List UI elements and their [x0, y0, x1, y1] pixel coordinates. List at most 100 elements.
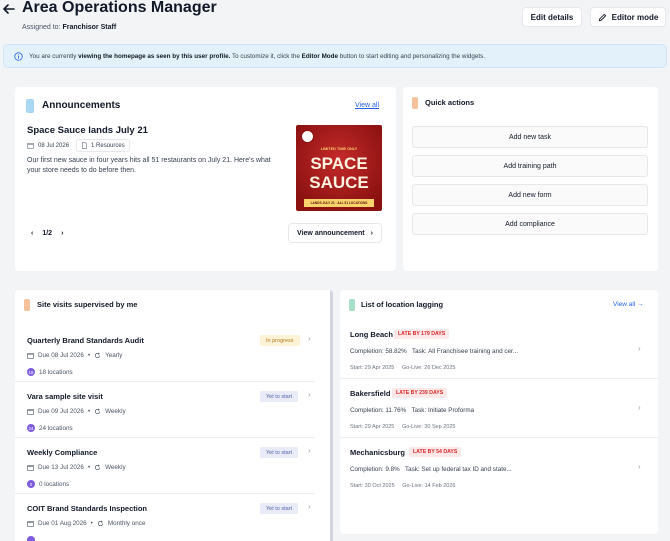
location-dates: Start: 29 Apr 2025 Go-Live: 26 Dec 2025	[350, 365, 456, 371]
editor-mode-label: Editor mode	[611, 12, 659, 22]
site-visit-row[interactable]: Weekly Compliance Yet to start › Due 13 …	[15, 438, 315, 494]
location-progress: Completion: 58.82% Task: All Franchisee …	[350, 348, 519, 355]
site-visits-accent	[24, 299, 30, 311]
quick-actions-accent	[412, 97, 418, 109]
pager-next-icon[interactable]: ›	[61, 230, 63, 237]
view-announcement-button[interactable]: View announcement ›	[288, 223, 382, 243]
chevron-right-icon: ›	[638, 344, 641, 353]
resources-chip[interactable]: 1 Resources	[76, 139, 130, 152]
chevron-right-icon: ›	[638, 462, 641, 471]
calendar-icon	[27, 353, 34, 359]
site-visit-row[interactable]: COIT Brand Standards Inspection Yet to s…	[15, 494, 315, 541]
site-visit-name: Quarterly Brand Standards Audit	[27, 336, 144, 345]
status-badge: In progress	[260, 335, 300, 346]
calendar-icon	[27, 143, 34, 149]
announcement-pager: ‹ 1/2 ›	[31, 230, 63, 237]
site-visits-scrollbar[interactable]	[330, 290, 333, 541]
site-visit-name: COIT Brand Standards Inspection	[27, 504, 148, 513]
chevron-right-icon: ›	[308, 390, 311, 399]
pager-prev-icon[interactable]: ‹	[31, 230, 33, 237]
announcement-meta: 08 Jul 2026 1 Resources	[27, 139, 130, 152]
assigned-label: Assigned to:	[22, 24, 61, 31]
recurrence-icon	[95, 352, 101, 359]
location-lagging-accent	[349, 299, 355, 311]
quick-actions-title: Quick actions	[425, 98, 475, 107]
chevron-right-icon: ›	[370, 229, 373, 237]
location-dates: Start: 30 Oct 2025 Go-Live: 14 Feb 2026	[350, 483, 456, 489]
document-icon	[82, 142, 88, 149]
locations-count-icon: 24	[27, 424, 35, 432]
site-visit-meta: Due 13 Jul 2026 • Weekly	[27, 464, 126, 471]
image-footer: LANDS JULY 21 · ALL 51 LOCATIONS	[304, 199, 374, 207]
location-lagging-title: List of location lagging	[361, 300, 444, 309]
site-visits-title: Site visits supervised by me	[37, 300, 138, 309]
chevron-right-icon: ›	[308, 446, 311, 455]
location-progress: Completion: 11.76% Task: Initiate Profor…	[350, 407, 475, 414]
site-visit-meta: Due 08 Jul 2026 • Yearly	[27, 352, 122, 359]
site-visit-locations: 0 0 locations	[27, 480, 69, 488]
site-visit-meta: Due 09 Jul 2026 • Weekly	[27, 408, 126, 415]
site-visits-card: Site visits supervised by me Quarterly B…	[15, 290, 333, 541]
late-badge: LATE BY 54 DAYS	[409, 447, 462, 457]
assigned-value: Franchisor Staff	[62, 24, 117, 31]
editor-mode-button[interactable]: Editor mode	[590, 7, 666, 27]
recurrence-icon	[97, 520, 103, 527]
banner-text: You are currently viewing the homepage a…	[29, 52, 486, 60]
status-badge: Yet to start	[260, 391, 299, 402]
resources-label: 1 Resources	[91, 142, 125, 149]
add-compliance-button[interactable]: Add compliance	[412, 213, 648, 235]
site-visit-locations: 18 18 locations	[27, 368, 73, 376]
chevron-right-icon: ›	[308, 334, 311, 343]
brand-logo-icon	[301, 130, 314, 143]
location-name: Mechanicsburg	[350, 448, 406, 457]
late-badge: LATE BY 179 DAYS	[394, 329, 450, 339]
add-training-path-button[interactable]: Add training path	[412, 155, 648, 177]
page-header: Area Operations Manager Assigned to: Fra…	[0, 0, 670, 38]
announcements-title: Announcements	[42, 100, 121, 111]
pager-count: 1/2	[42, 230, 53, 237]
pencil-icon	[598, 13, 606, 21]
site-visit-locations: 24 24 locations	[27, 424, 73, 432]
edit-details-label: Edit details	[530, 12, 574, 22]
announcements-view-all-link[interactable]: View all	[355, 102, 379, 109]
back-arrow-icon[interactable]	[2, 2, 16, 16]
add-new-form-button[interactable]: Add new form	[412, 184, 648, 206]
edit-details-button[interactable]: Edit details	[522, 7, 582, 27]
info-icon	[14, 51, 23, 61]
announcement-body: Our first new sauce in four years hits a…	[27, 157, 271, 174]
announcement-image: LIMITED TIME ONLY SPACE SAUCE LANDS JULY…	[296, 125, 382, 211]
site-visit-meta: Due 01 Aug 2026 • Monthly once	[27, 520, 145, 527]
lagging-row[interactable]: Bakersfield LATE BY 239 DAYS Completion:…	[340, 379, 658, 438]
announcement-date: 08 Jul 2026	[38, 142, 70, 149]
assigned-to: Assigned to: Franchisor Staff	[22, 24, 116, 31]
calendar-icon	[27, 465, 34, 471]
site-visit-row[interactable]: Quarterly Brand Standards Audit In progr…	[15, 326, 315, 382]
locations-count-icon: 18	[27, 368, 35, 376]
view-announcement-label: View announcement	[297, 229, 365, 237]
lagging-row[interactable]: Mechanicsburg LATE BY 54 DAYS Completion…	[340, 438, 658, 497]
lagging-view-all-link[interactable]: View all →	[613, 301, 644, 308]
lagging-row[interactable]: Long Beach LATE BY 179 DAYS Completion: …	[340, 320, 658, 379]
location-name: Long Beach	[350, 330, 393, 339]
location-lagging-card: List of location lagging View all → Long…	[340, 290, 658, 534]
chevron-right-icon: ›	[308, 502, 311, 511]
status-badge: Yet to start	[260, 503, 299, 514]
announcements-accent	[26, 99, 34, 113]
location-dates: Start: 29 Apr 2025 Go-Live: 30 Sep 2025	[350, 424, 456, 430]
late-badge: LATE BY 239 DAYS	[392, 388, 448, 398]
add-new-task-button[interactable]: Add new task	[412, 126, 648, 148]
announcements-card: Announcements View all Space Sauce lands…	[15, 87, 396, 271]
site-visit-name: Weekly Compliance	[27, 448, 98, 457]
site-visit-locations	[27, 536, 39, 541]
location-progress: Completion: 9.8% Task: Set up federal ta…	[350, 466, 512, 473]
calendar-icon	[27, 409, 34, 415]
recurrence-icon	[95, 408, 101, 415]
site-visit-row[interactable]: Vara sample site visit Yet to start › Du…	[15, 382, 315, 438]
page-title: Area Operations Manager	[22, 0, 217, 16]
image-line-1: SPACE	[310, 154, 368, 173]
announcement-headline: Space Sauce lands July 21	[27, 125, 148, 136]
info-banner: You are currently viewing the homepage a…	[3, 44, 667, 68]
site-visit-name: Vara sample site visit	[27, 392, 103, 401]
status-badge: Yet to start	[260, 447, 299, 458]
image-badge: LIMITED TIME ONLY	[320, 147, 358, 151]
